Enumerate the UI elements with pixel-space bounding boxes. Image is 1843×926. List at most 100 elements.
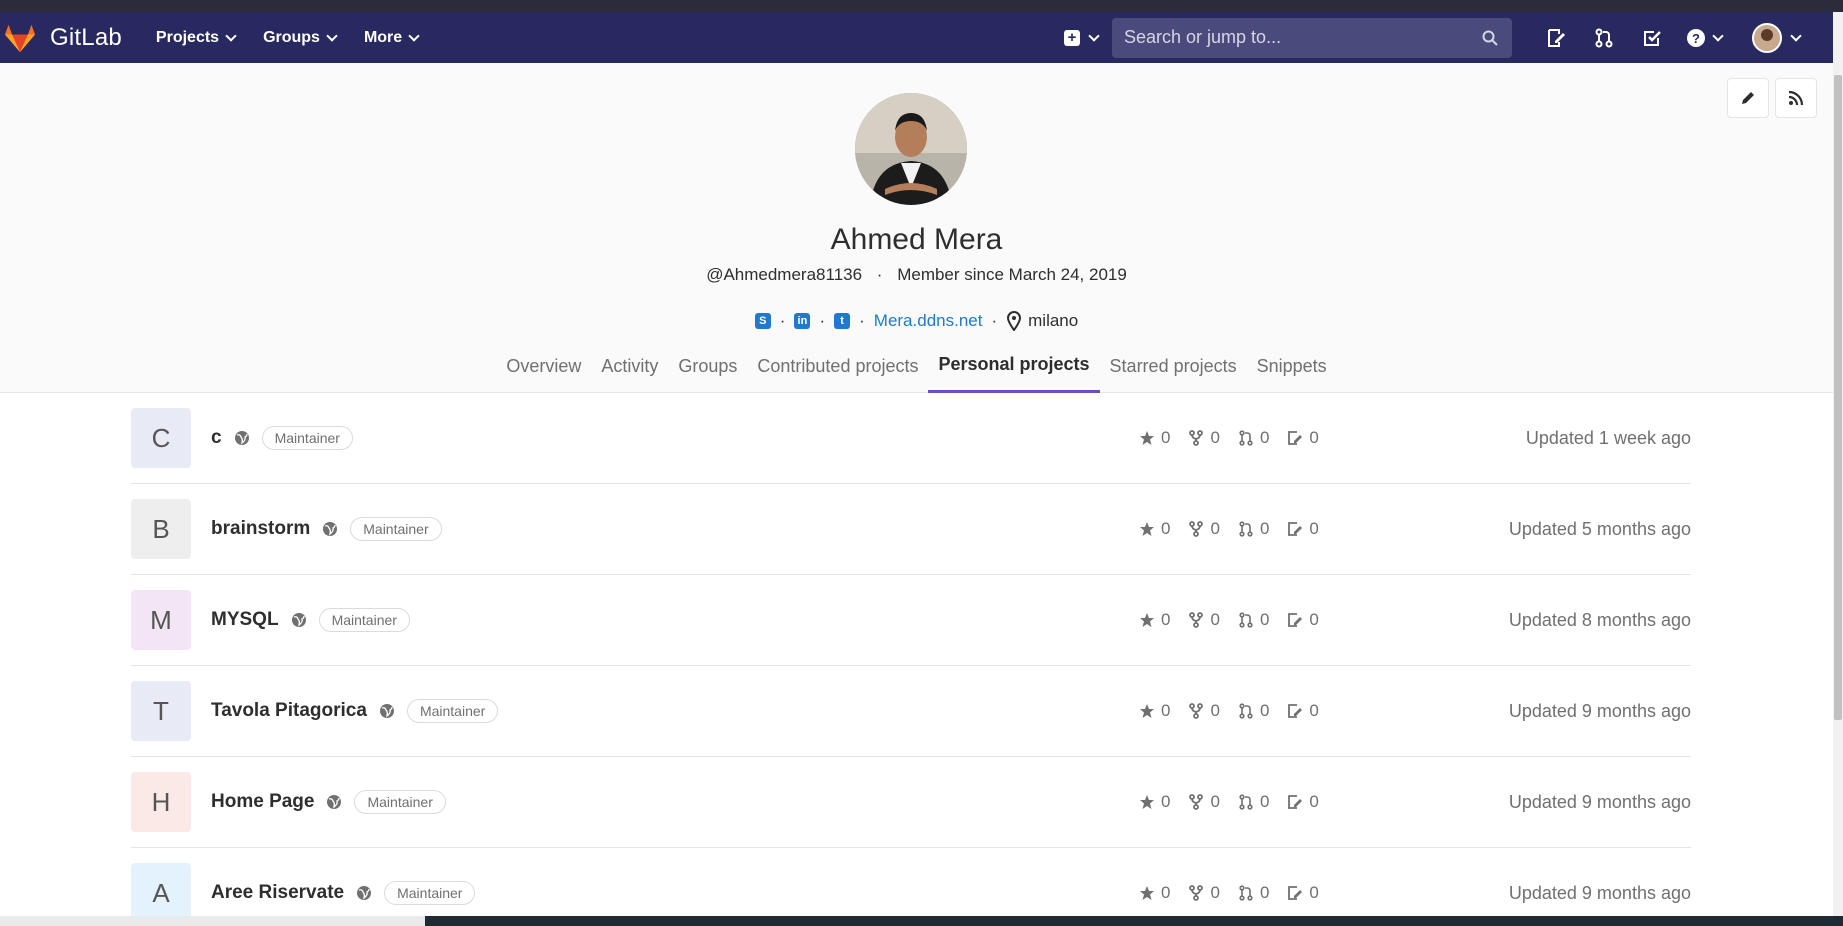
stars-count[interactable]: 0 bbox=[1139, 701, 1170, 721]
linkedin-icon[interactable]: in bbox=[794, 313, 811, 329]
updated-time: Updated 9 months ago bbox=[1508, 791, 1691, 812]
profile-photo-image bbox=[855, 93, 967, 205]
project-row[interactable]: T Tavola Pitagorica Maintainer 0 0 0 0 U… bbox=[131, 666, 1691, 757]
scrollbar-thumb[interactable] bbox=[1834, 75, 1842, 720]
role-badge: Maintainer bbox=[350, 517, 442, 541]
issues-count[interactable]: 0 bbox=[1287, 792, 1319, 812]
merge-requests-count[interactable]: 0 bbox=[1238, 792, 1269, 812]
issues-count[interactable]: 0 bbox=[1287, 519, 1319, 539]
tab-starred-projects[interactable]: Starred projects bbox=[1100, 339, 1247, 393]
issues-count[interactable]: 0 bbox=[1287, 428, 1319, 448]
question-circle-icon: ? bbox=[1687, 28, 1705, 47]
tab-activity[interactable]: Activity bbox=[591, 339, 668, 393]
forks-count[interactable]: 0 bbox=[1188, 519, 1220, 539]
nav-more-label: More bbox=[363, 28, 403, 46]
merge-requests-count[interactable]: 0 bbox=[1238, 428, 1269, 448]
project-avatar[interactable]: A bbox=[131, 863, 191, 923]
tab-snippets[interactable]: Snippets bbox=[1247, 339, 1337, 393]
role-badge: Maintainer bbox=[406, 699, 499, 723]
project-avatar[interactable]: T bbox=[131, 681, 191, 741]
rss-icon bbox=[1788, 90, 1804, 106]
profile-header: Ahmed Mera @Ahmedmera81136 · Member sinc… bbox=[0, 63, 1833, 393]
star-icon bbox=[1140, 522, 1154, 536]
tab-contributed-projects[interactable]: Contributed projects bbox=[747, 339, 928, 393]
website-link[interactable]: Mera.ddns.net bbox=[874, 311, 983, 331]
page-scrollbar[interactable] bbox=[1833, 12, 1843, 926]
skype-icon[interactable]: S bbox=[754, 313, 771, 329]
help-dropdown-button[interactable]: ? bbox=[1676, 18, 1732, 58]
tab-personal-projects[interactable]: Personal projects bbox=[928, 339, 1100, 393]
profile-tabs: Overview Activity Groups Contributed pro… bbox=[0, 339, 1833, 393]
nav-projects-dropdown[interactable]: Projects bbox=[142, 29, 249, 47]
merge-request-icon bbox=[1239, 612, 1253, 628]
forks-count[interactable]: 0 bbox=[1188, 883, 1220, 903]
project-avatar[interactable]: M bbox=[131, 590, 191, 650]
chevron-down-icon bbox=[1088, 29, 1100, 42]
forks-count[interactable]: 0 bbox=[1188, 428, 1220, 448]
merge-requests-count[interactable]: 0 bbox=[1238, 519, 1269, 539]
updated-time: Updated 9 months ago bbox=[1508, 882, 1691, 903]
nav-right: + Search or jump to... ? bbox=[1062, 12, 1806, 63]
project-name[interactable]: MYSQL bbox=[211, 609, 279, 631]
project-name[interactable]: c bbox=[211, 427, 222, 449]
projects-list: C c Maintainer 0 0 0 0 Updated 1 week ag… bbox=[131, 393, 1691, 926]
public-globe-icon bbox=[356, 885, 372, 901]
project-avatar[interactable]: B bbox=[131, 499, 191, 559]
twitter-icon[interactable]: t bbox=[834, 313, 851, 329]
forks-count[interactable]: 0 bbox=[1188, 610, 1220, 630]
forks-count[interactable]: 0 bbox=[1188, 792, 1220, 812]
gitlab-logo[interactable]: GitLab bbox=[4, 12, 122, 63]
stars-count[interactable]: 0 bbox=[1139, 519, 1170, 539]
browser-top-strip bbox=[0, 0, 1843, 12]
project-name[interactable]: Aree Riservate bbox=[211, 882, 344, 904]
stars-count[interactable]: 0 bbox=[1139, 610, 1170, 630]
merge-requests-count[interactable]: 0 bbox=[1238, 883, 1269, 903]
issues-nav-button[interactable] bbox=[1532, 18, 1580, 58]
taskbar-strip bbox=[425, 916, 1843, 926]
nav-groups-dropdown[interactable]: Groups bbox=[249, 29, 350, 47]
public-globe-icon bbox=[322, 521, 338, 537]
search-input[interactable]: Search or jump to... bbox=[1112, 17, 1512, 58]
issues-count[interactable]: 0 bbox=[1287, 883, 1319, 903]
profile-meta: @Ahmedmera81136 · Member since March 24,… bbox=[0, 265, 1833, 285]
project-name[interactable]: brainstorm bbox=[211, 518, 310, 540]
rss-feed-button[interactable] bbox=[1775, 78, 1817, 118]
project-row[interactable]: M MYSQL Maintainer 0 0 0 0 Updated 8 mon… bbox=[131, 575, 1691, 666]
todo-check-icon bbox=[1644, 30, 1661, 46]
updated-time: Updated 8 months ago bbox=[1508, 609, 1691, 630]
merge-requests-nav-button[interactable] bbox=[1580, 18, 1628, 58]
todos-nav-button[interactable] bbox=[1628, 18, 1676, 58]
issues-icon bbox=[1288, 795, 1303, 809]
stars-count[interactable]: 0 bbox=[1139, 792, 1170, 812]
issues-count[interactable]: 0 bbox=[1287, 701, 1319, 721]
merge-requests-count[interactable]: 0 bbox=[1238, 701, 1269, 721]
profile-name: Ahmed Mera bbox=[830, 223, 1003, 256]
nav-more-dropdown[interactable]: More bbox=[350, 29, 432, 47]
tab-groups[interactable]: Groups bbox=[668, 339, 747, 393]
gitlab-wordmark: GitLab bbox=[50, 23, 122, 51]
forks-count[interactable]: 0 bbox=[1188, 701, 1220, 721]
project-avatar[interactable]: H bbox=[131, 772, 191, 832]
tab-overview[interactable]: Overview bbox=[496, 339, 591, 393]
edit-profile-button[interactable] bbox=[1727, 78, 1769, 118]
project-row[interactable]: B brainstorm Maintainer 0 0 0 0 Updated … bbox=[131, 484, 1691, 575]
issues-count[interactable]: 0 bbox=[1287, 610, 1319, 630]
project-row[interactable]: C c Maintainer 0 0 0 0 Updated 1 week ag… bbox=[131, 393, 1691, 484]
fork-icon bbox=[1189, 794, 1204, 810]
merge-requests-count[interactable]: 0 bbox=[1238, 610, 1269, 630]
project-avatar[interactable]: C bbox=[131, 408, 191, 468]
project-row[interactable]: A Aree Riservate Maintainer 0 0 0 0 Upda… bbox=[131, 848, 1691, 926]
stars-count[interactable]: 0 bbox=[1139, 883, 1170, 903]
merge-request-icon bbox=[1239, 430, 1253, 446]
project-name[interactable]: Tavola Pitagorica bbox=[211, 700, 367, 722]
user-menu-dropdown[interactable] bbox=[1746, 18, 1806, 58]
stars-count[interactable]: 0 bbox=[1139, 428, 1170, 448]
merge-request-icon bbox=[1239, 521, 1253, 537]
project-stats: 0 0 0 0 bbox=[1139, 792, 1337, 812]
new-dropdown-button[interactable]: + bbox=[1062, 22, 1100, 54]
project-row[interactable]: H Home Page Maintainer 0 0 0 0 Updated 9… bbox=[131, 757, 1691, 848]
project-stats: 0 0 0 0 bbox=[1139, 428, 1337, 448]
chevron-down-icon bbox=[1790, 29, 1802, 42]
fork-icon bbox=[1189, 885, 1204, 901]
project-name[interactable]: Home Page bbox=[211, 791, 314, 813]
